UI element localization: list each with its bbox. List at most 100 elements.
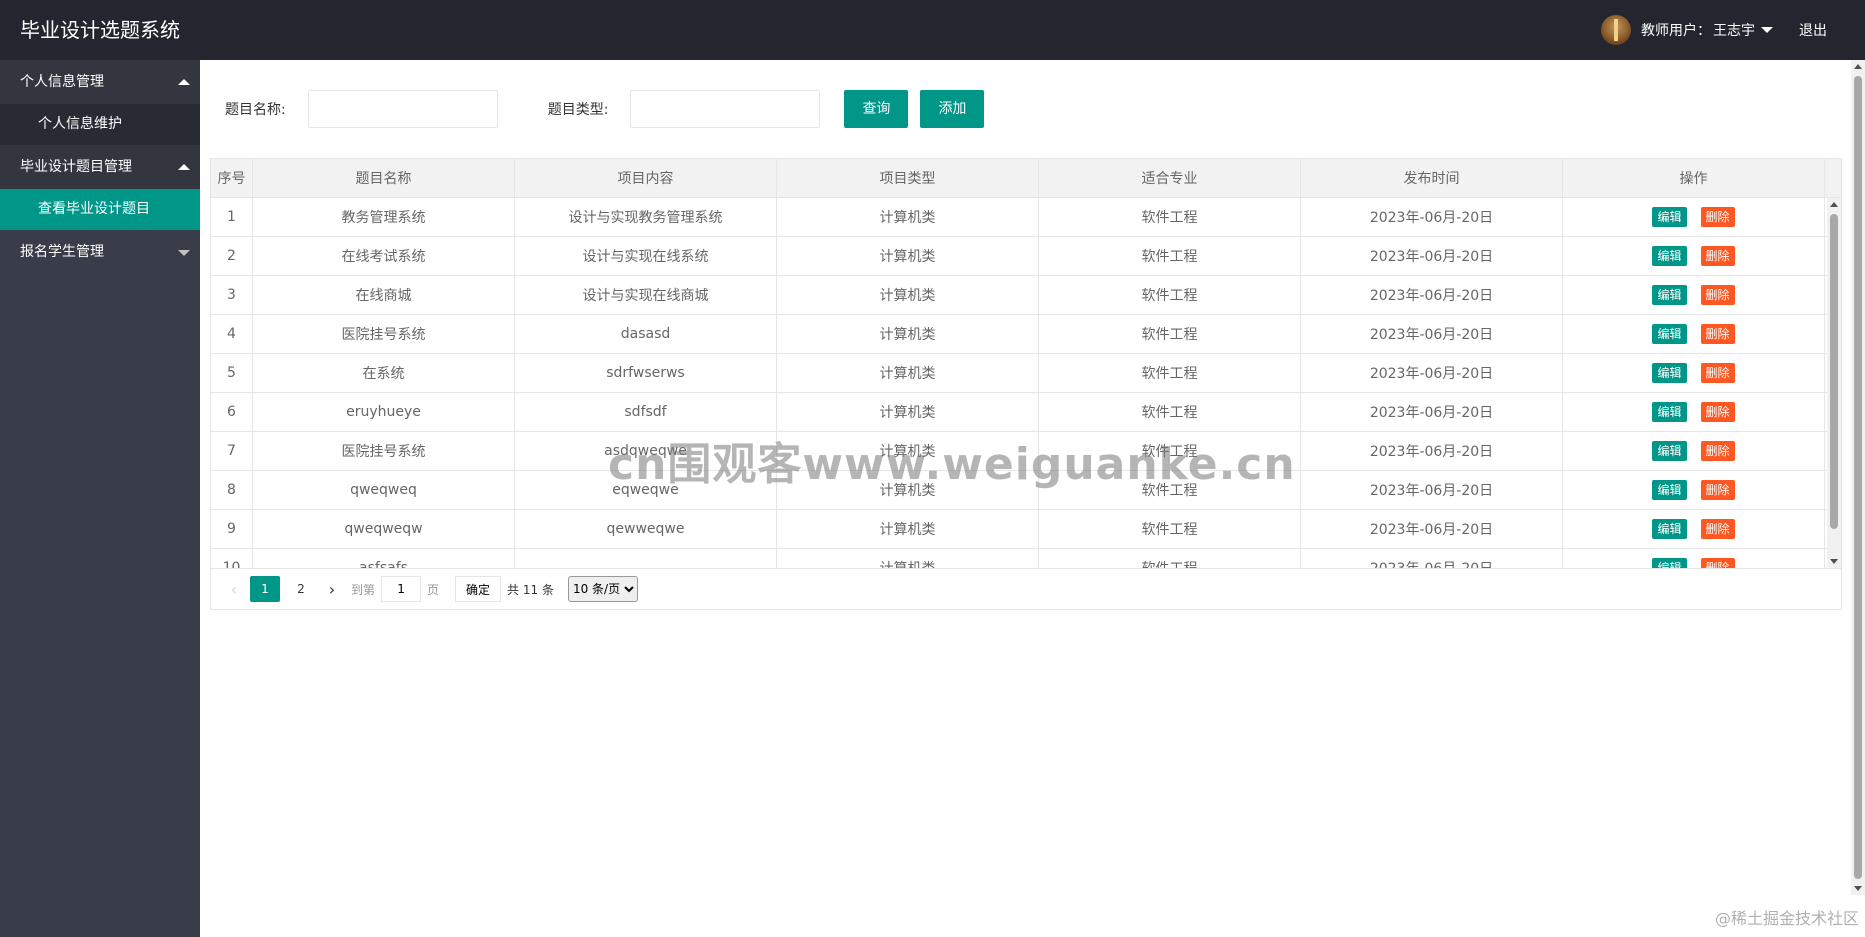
edit-button[interactable]: 编辑 (1652, 402, 1687, 422)
row-actions: 编辑 删除 (1563, 471, 1825, 509)
delete-button[interactable]: 删除 (1700, 207, 1735, 227)
topic-content: qewweqwe (515, 510, 777, 548)
table-row: 6 eruyhueye sdfsdf 计算机类 软件工程 2023年-06月-20日 编辑删… (211, 393, 1841, 432)
goto-confirm-button[interactable]: 确定 (455, 576, 502, 602)
column-header: 序号 (211, 159, 253, 197)
page-unit-label: 页 (427, 582, 440, 597)
topic-name: asfsafs (253, 549, 515, 568)
delete-button[interactable]: 删除 (1700, 480, 1735, 500)
row-actions: 编辑 删除 (1563, 237, 1825, 275)
goto-page-input[interactable] (381, 576, 422, 602)
pagination: ‹ 1 2 › 到第 页 确定 共 11 条 10 条/页 (211, 568, 1841, 609)
edit-button[interactable]: 编辑 (1652, 285, 1687, 305)
search-bar: 题目名称: 题目类型: 查询 添加 (225, 90, 985, 128)
sidebar-group-label: 毕业设计题目管理 (20, 159, 132, 175)
delete-button[interactable]: 删除 (1700, 324, 1735, 344)
topic-content: 设计与实现在线商城 (515, 276, 777, 314)
sidebar-item-view-topics[interactable]: 查看毕业设计题目 (0, 189, 200, 230)
row-index: 4 (211, 315, 253, 353)
topic-name: 医院挂号系统 (253, 315, 515, 353)
scroll-down-icon[interactable] (1830, 559, 1838, 564)
edit-button[interactable]: 编辑 (1652, 246, 1687, 266)
topic-type-input[interactable] (630, 90, 821, 128)
edit-button[interactable]: 编辑 (1652, 363, 1687, 383)
topic-content: 设计与实现在线系统 (515, 237, 777, 275)
table-scrollbar[interactable] (1827, 198, 1841, 568)
goto-label: 到第 (351, 582, 376, 597)
chevron-down-icon (178, 250, 190, 256)
column-header: 项目类型 (777, 159, 1039, 197)
sidebar: 个人信息管理 个人信息维护 毕业设计题目管理 查看毕业设计题目 报名学生管理 (0, 60, 200, 937)
next-page-icon[interactable]: › (319, 576, 345, 602)
delete-button[interactable]: 删除 (1700, 441, 1735, 461)
delete-button[interactable]: 删除 (1700, 558, 1735, 568)
topic-major: 软件工程 (1039, 237, 1301, 275)
topic-major: 软件工程 (1039, 393, 1301, 431)
edit-button[interactable]: 编辑 (1652, 441, 1687, 461)
main-content: 题目名称: 题目类型: 查询 添加 序号 题目名称 项目内容 项目类型 适合专业… (200, 60, 1855, 937)
scroll-up-icon[interactable] (1854, 64, 1862, 69)
logout-link[interactable]: 退出 (1799, 20, 1827, 40)
publish-date: 2023年-06月-20日 (1301, 315, 1563, 353)
prev-page-icon[interactable]: ‹ (221, 576, 247, 602)
topics-table: 序号 题目名称 项目内容 项目类型 适合专业 发布时间 操作 1 教务管理系统 设计… (210, 158, 1842, 610)
query-button[interactable]: 查询 (844, 90, 909, 128)
user-avatar[interactable] (1601, 15, 1631, 45)
topic-type: 计算机类 (777, 315, 1039, 353)
table-body: 1 教务管理系统 设计与实现教务管理系统 计算机类 软件工程 2023年-06月-20日编… (211, 198, 1841, 568)
publish-date: 2023年-06月-20日 (1301, 276, 1563, 314)
delete-button[interactable]: 删除 (1700, 246, 1735, 266)
sidebar-group-personal-info[interactable]: 个人信息管理 (0, 60, 200, 104)
publish-date: 2023年-06月-20日 (1301, 237, 1563, 275)
row-actions: 编辑 删除 (1563, 510, 1825, 548)
table-header: 序号 题目名称 项目内容 项目类型 适合专业 发布时间 操作 (211, 159, 1841, 198)
page-size-select[interactable]: 10 条/页 (567, 576, 638, 602)
chevron-up-icon (178, 164, 190, 170)
user-menu[interactable]: 王志宇 (1713, 20, 1773, 40)
topic-name-input[interactable] (307, 90, 498, 128)
edit-button[interactable]: 编辑 (1652, 480, 1687, 500)
column-header: 操作 (1563, 159, 1825, 197)
delete-button[interactable]: 删除 (1700, 402, 1735, 422)
edit-button[interactable]: 编辑 (1652, 519, 1687, 539)
publish-date: 2023年-06月-20日 (1301, 510, 1563, 548)
edit-button[interactable]: 编辑 (1652, 207, 1687, 227)
topic-name: qweqweq (253, 471, 515, 509)
chevron-down-icon (1761, 27, 1773, 33)
table-row: 2 在线考试系统 设计与实现在线系统 计算机类 软件工程 2023年-06月-20日 编辑删… (211, 237, 1841, 276)
delete-button[interactable]: 删除 (1700, 285, 1735, 305)
sidebar-item-personal-info-maintain[interactable]: 个人信息维护 (0, 104, 200, 145)
scrollbar-thumb[interactable] (1854, 76, 1862, 879)
scroll-down-icon[interactable] (1854, 886, 1862, 891)
topic-name: 在系统 (253, 354, 515, 392)
page-number-2[interactable]: 2 (286, 576, 316, 602)
delete-button[interactable]: 删除 (1700, 519, 1735, 539)
row-index: 6 (211, 393, 253, 431)
topic-major: 软件工程 (1039, 354, 1301, 392)
app-title: 毕业设计选题系统 (20, 18, 180, 42)
topic-type: 计算机类 (777, 276, 1039, 314)
total-count: 共 11 条 (507, 582, 554, 597)
row-index: 1 (211, 198, 253, 236)
edit-button[interactable]: 编辑 (1652, 324, 1687, 344)
topic-type: 计算机类 (777, 510, 1039, 548)
scrollbar-thumb[interactable] (1830, 214, 1838, 529)
topic-major: 软件工程 (1039, 198, 1301, 236)
page-scrollbar[interactable] (1851, 60, 1865, 895)
publish-date: 2023年-06月-20日 (1301, 354, 1563, 392)
user-role-label: 教师用户： (1641, 23, 1711, 39)
delete-button[interactable]: 删除 (1700, 363, 1735, 383)
column-header: 题目名称 (253, 159, 515, 197)
topic-major: 软件工程 (1039, 315, 1301, 353)
sidebar-group-topic-management[interactable]: 毕业设计题目管理 (0, 145, 200, 189)
row-actions: 编辑 删除 (1563, 315, 1825, 353)
row-index: 5 (211, 354, 253, 392)
table-row: 10asfsafs 计算机类软件工程2023年-06月-20日 编辑 删除 (211, 549, 1841, 568)
row-actions: 编辑 删除 (1563, 549, 1825, 568)
edit-button[interactable]: 编辑 (1652, 558, 1687, 568)
scroll-up-icon[interactable] (1830, 202, 1838, 207)
page-number-1[interactable]: 1 (250, 576, 280, 602)
sidebar-group-student-signup[interactable]: 报名学生管理 (0, 230, 200, 274)
topic-major: 软件工程 (1039, 276, 1301, 314)
add-button[interactable]: 添加 (920, 90, 985, 128)
